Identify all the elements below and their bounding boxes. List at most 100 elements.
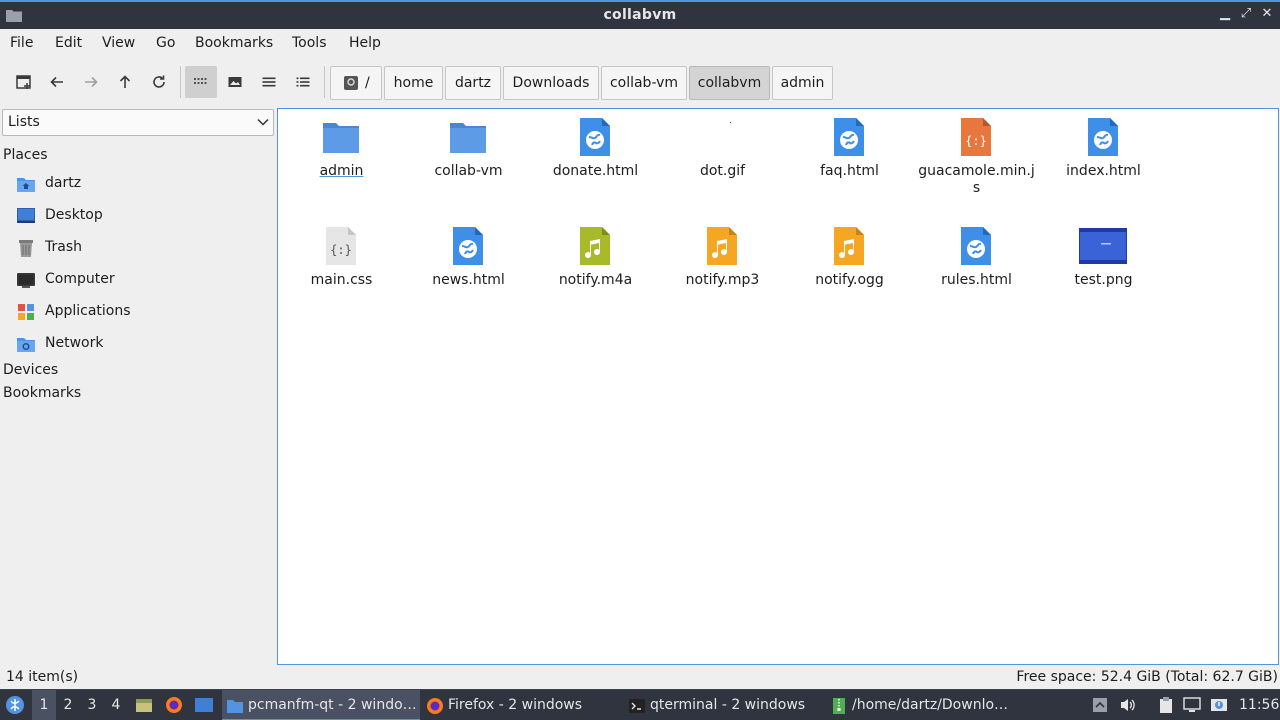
png-thumbnail-icon — [1079, 228, 1127, 264]
side-panel-mode-select[interactable]: Lists — [2, 109, 274, 136]
place-label: Network — [45, 335, 104, 351]
clock[interactable]: 11:56 — [1239, 690, 1279, 720]
menu-tools[interactable]: Tools — [292, 35, 327, 51]
file-item-notify-mp3[interactable]: notify.mp3 — [659, 218, 786, 323]
tray-up-icon[interactable] — [1091, 696, 1109, 714]
firefox-icon — [427, 698, 443, 714]
html-file-icon — [961, 227, 991, 265]
bookmarks-header[interactable]: Bookmarks — [3, 385, 81, 401]
file-item-notify-m4a[interactable]: notify.m4a — [532, 218, 659, 323]
file-item-news-html[interactable]: news.html — [405, 218, 532, 323]
reload-button[interactable] — [143, 66, 175, 98]
breadcrumb-dartz[interactable]: dartz — [445, 66, 501, 100]
minimize-button[interactable]: ▁ — [1218, 7, 1232, 21]
start-menu-icon[interactable] — [5, 695, 25, 715]
back-button[interactable] — [41, 66, 73, 98]
file-item-donate-html[interactable]: donate.html — [532, 109, 659, 214]
volume-icon[interactable] — [1119, 696, 1137, 714]
menu-go[interactable]: Go — [156, 35, 175, 51]
list-compact-icon — [262, 77, 276, 87]
menu-bar: File Edit View Go Bookmarks Tools Help — [0, 29, 1280, 57]
task-qterminal[interactable]: qterminal - 2 windows — [624, 690, 824, 720]
close-button[interactable]: ✕ — [1260, 7, 1274, 21]
gif-image-icon — [730, 122, 731, 123]
thumbnail-view-button[interactable] — [219, 66, 251, 98]
file-name: notify.m4a — [558, 272, 633, 288]
chevron-down-icon — [257, 118, 269, 126]
file-item-index-html[interactable]: index.html — [1040, 109, 1167, 214]
devices-header[interactable]: Devices — [3, 362, 58, 378]
svg-text:{:}: {:} — [330, 243, 352, 257]
breadcrumb-root-label: / — [365, 75, 370, 91]
task-pcmanfm[interactable]: pcmanfm-qt - 2 windo… — [222, 690, 420, 720]
list-detail-icon — [296, 77, 310, 87]
file-name: faq.html — [820, 163, 879, 179]
grid-view-icon — [194, 78, 207, 84]
place-item-computer[interactable]: Computer — [16, 268, 272, 292]
places-header[interactable]: Places — [3, 147, 48, 163]
place-item-dartz[interactable]: dartz — [16, 172, 272, 196]
file-manager-launcher-icon[interactable] — [135, 696, 153, 714]
place-item-trash[interactable]: Trash — [16, 236, 272, 260]
breadcrumb-admin[interactable]: admin — [772, 66, 833, 100]
file-item-main-css[interactable]: {:} main.css — [278, 218, 405, 323]
css-file-icon: {:} — [326, 227, 356, 265]
file-item-collab-vm[interactable]: collab-vm — [405, 109, 532, 214]
side-panel: Lists Places dartz Desktop Trash Compute… — [0, 107, 276, 664]
menu-file[interactable]: File — [10, 35, 33, 51]
file-item-notify-ogg[interactable]: notify.ogg — [786, 218, 913, 323]
desktop-switch-3[interactable]: 3 — [80, 690, 104, 720]
breadcrumb-root[interactable]: / — [330, 66, 382, 100]
compact-view-button[interactable] — [253, 66, 285, 98]
breadcrumb-collabvm[interactable]: collabvm — [689, 66, 770, 100]
toolbar: / home dartz Downloads collab-vm collabv… — [0, 57, 1280, 107]
file-item-rules-html[interactable]: rules.html — [913, 218, 1040, 323]
show-desktop-icon[interactable] — [194, 696, 214, 714]
task-label: qterminal - 2 windows — [650, 697, 806, 713]
firefox-launcher-icon[interactable] — [165, 696, 183, 714]
file-name: dot.gif — [699, 163, 746, 179]
place-item-applications[interactable]: Applications — [16, 300, 272, 324]
item-count: 14 item(s) — [6, 669, 79, 685]
breadcrumb-downloads[interactable]: Downloads — [503, 66, 599, 100]
breadcrumb-collab-vm[interactable]: collab-vm — [601, 66, 687, 100]
arrow-right-icon — [85, 76, 98, 88]
file-view[interactable]: admin collab-vm donate.html dot.gif faq.… — [277, 108, 1279, 665]
file-item-dot-gif[interactable]: dot.gif — [659, 109, 786, 214]
desktop-switch-1[interactable]: 1 — [32, 690, 56, 720]
menu-edit[interactable]: Edit — [55, 35, 82, 51]
notification-icon[interactable] — [1210, 696, 1228, 714]
toolbar-separator — [180, 66, 181, 98]
html-file-icon — [1088, 118, 1118, 156]
file-item-admin[interactable]: admin — [278, 109, 405, 214]
task-archive[interactable]: /home/dartz/Downlo… — [826, 690, 1026, 720]
javascript-file-icon: {:} — [961, 118, 991, 156]
new-tab-button[interactable] — [8, 66, 40, 98]
menu-view[interactable]: View — [102, 35, 135, 51]
desktop-switch-4[interactable]: 4 — [104, 690, 128, 720]
archive-icon — [833, 698, 845, 714]
up-button[interactable] — [109, 66, 141, 98]
place-item-network[interactable]: Network — [16, 332, 272, 356]
breadcrumb-home[interactable]: home — [384, 66, 443, 100]
place-item-desktop[interactable]: Desktop — [16, 204, 272, 228]
menu-bookmarks[interactable]: Bookmarks — [195, 35, 273, 51]
network-tray-icon[interactable] — [1183, 696, 1201, 714]
file-item-faq-html[interactable]: faq.html — [786, 109, 913, 214]
maximize-button[interactable]: ⤢ — [1239, 7, 1253, 21]
computer-icon — [17, 273, 35, 288]
desktop-switch-2[interactable]: 2 — [56, 690, 80, 720]
new-tab-icon — [16, 75, 31, 89]
menu-help[interactable]: Help — [349, 35, 381, 51]
task-firefox[interactable]: Firefox - 2 windows — [422, 690, 622, 720]
status-bar: 14 item(s) Free space: 52.4 GiB (Total: … — [0, 665, 1280, 689]
file-item-guacamole-min-js[interactable]: {:} guacamole.min.js — [913, 109, 1040, 214]
icon-view-button[interactable] — [185, 66, 217, 98]
clipboard-icon[interactable] — [1157, 696, 1175, 714]
free-space: Free space: 52.4 GiB (Total: 62.7 GiB) — [1016, 669, 1278, 685]
detailed-view-button[interactable] — [287, 66, 319, 98]
task-label: pcmanfm-qt - 2 windo… — [248, 697, 417, 713]
forward-button[interactable] — [75, 66, 107, 98]
file-item-test-png[interactable]: test.png — [1040, 218, 1167, 323]
file-name: collab-vm — [434, 163, 503, 179]
